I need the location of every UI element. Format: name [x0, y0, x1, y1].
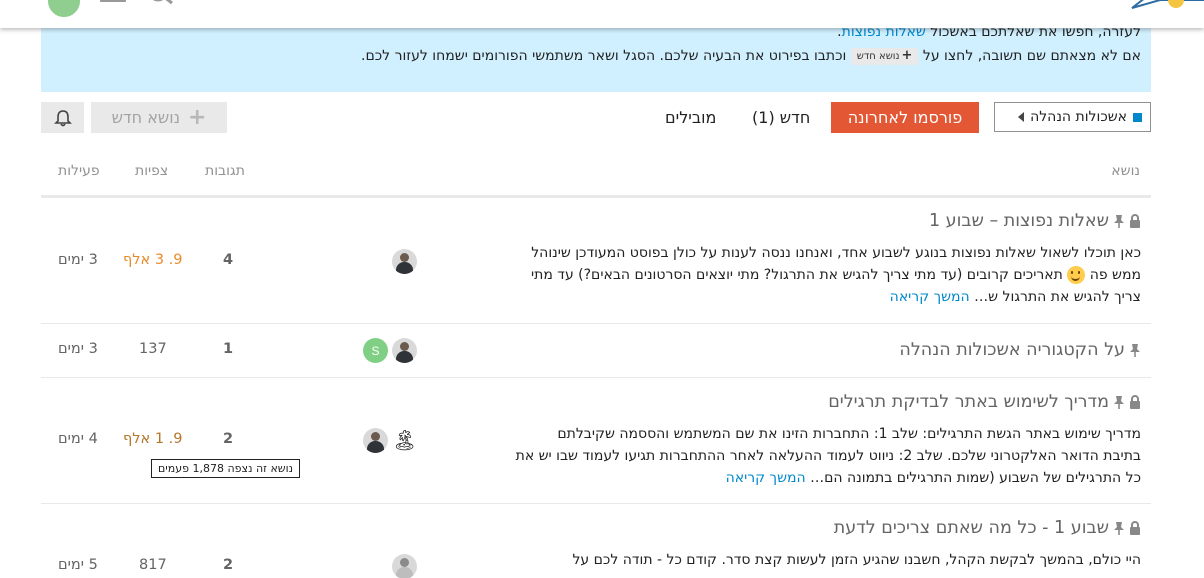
- replies-count[interactable]: 1: [223, 341, 233, 357]
- read-more-link[interactable]: המשך קריאה: [890, 289, 970, 305]
- banner-text: וכתבו בפירוט את הבעיה שלכם. הסגל ושאר מש…: [361, 48, 847, 64]
- site-header: [0, 0, 1204, 28]
- posters: [392, 249, 417, 274]
- avatar[interactable]: S: [363, 338, 388, 363]
- topic-title-line: מדריך לשימוש באתר לבדיקת תרגילים: [828, 392, 1141, 412]
- category-color-badge: [1133, 112, 1142, 122]
- topic-excerpt: היי כולם, בהמשך לבקשת הקהל, חשבנו שהגיע …: [572, 552, 1141, 568]
- column-header-views[interactable]: צפיות: [135, 163, 168, 179]
- topic-title-line: שבוע 1 - כל מה שאתם צריכים לדעת: [834, 518, 1141, 538]
- views-count: 9. 1 אלף: [123, 431, 183, 447]
- read-more-link[interactable]: המשך קריאה: [726, 470, 806, 486]
- palm-island-avatar[interactable]: 🏝: [392, 428, 417, 453]
- banner-line-2: אם לא מצאתם שם תשובה, לחצו על +נושא חדש …: [51, 44, 1141, 68]
- activity-age[interactable]: 3 ימים: [58, 252, 98, 268]
- column-header-replies[interactable]: תגובות: [205, 163, 245, 179]
- nav-new[interactable]: חדש (1): [740, 102, 822, 133]
- pin-icon: [1130, 344, 1140, 357]
- replies-count[interactable]: 2: [223, 557, 233, 573]
- topic-excerpt: מדריך שימוש באתר הגשת התרגילים: שלב 1: ה…: [515, 426, 1141, 486]
- menu-icon[interactable]: [100, 0, 126, 6]
- views-count: 817: [139, 557, 167, 573]
- lock-icon: [1130, 521, 1140, 535]
- new-topic-button[interactable]: + נושא חדש: [91, 102, 227, 133]
- views-count: 137: [139, 341, 167, 357]
- lock-icon: [1130, 214, 1140, 228]
- nav-top[interactable]: מובילים: [653, 102, 728, 133]
- smiley-emoji-icon: [1067, 266, 1086, 284]
- column-header-activity[interactable]: פעילות: [58, 163, 100, 179]
- topic-title-link[interactable]: על הקטגוריה אשכולות הנהלה: [899, 340, 1125, 360]
- plus-icon: +: [187, 104, 207, 130]
- avatar[interactable]: [363, 428, 388, 453]
- caret-left-icon: [1018, 112, 1025, 122]
- topic-row[interactable]: מדריך לשימוש באתר לבדיקת תרגילים מדריך ש…: [41, 378, 1151, 504]
- banner-text: אם לא מצאתם שם תשובה, לחצו על: [922, 48, 1141, 64]
- topic-title-link[interactable]: שאלות נפוצות – שבוע 1: [929, 211, 1109, 231]
- category-info-banner: לעזרה, חפשו את שאלתכם באשכול שאלות נפוצו…: [41, 24, 1151, 92]
- nav-latest[interactable]: פורסמו לאחרונה: [831, 102, 979, 133]
- topic-row[interactable]: על הקטגוריה אשכולות הנהלה S 1 137 3 ימים: [41, 324, 1151, 378]
- search-icon[interactable]: [146, 0, 176, 12]
- inline-new-topic-badge: +נושא חדש: [850, 47, 919, 65]
- avatar[interactable]: [392, 554, 417, 578]
- views-count: 9. 3 אלף: [123, 252, 183, 268]
- replies-count[interactable]: 2: [223, 431, 233, 447]
- topic-row[interactable]: שאלות נפוצות – שבוע 1 כאן תוכלו לשאול שא…: [41, 198, 1151, 324]
- lock-icon: [1130, 395, 1140, 409]
- topic-excerpt: כאן תוכלו לשאול שאלות נפוצות בנוגע לשבוע…: [531, 245, 1141, 305]
- new-topic-label: נושא חדש: [111, 108, 180, 127]
- topic-title-line: שאלות נפוצות – שבוע 1: [929, 211, 1141, 231]
- topic-title-line: על הקטגוריה אשכולות הנהלה: [899, 340, 1141, 360]
- pin-icon: [1114, 215, 1124, 228]
- site-logo[interactable]: [1130, 0, 1204, 10]
- topic-title-link[interactable]: מדריך לשימוש באתר לבדיקת תרגילים: [828, 392, 1109, 412]
- category-dropdown[interactable]: אשכולות הנהלה: [994, 102, 1151, 132]
- posters: [392, 554, 417, 578]
- avatar[interactable]: [392, 338, 417, 363]
- topic-title-link[interactable]: שבוע 1 - כל מה שאתם צריכים לדעת: [834, 518, 1109, 538]
- category-label: אשכולות הנהלה: [1030, 109, 1127, 125]
- activity-age[interactable]: 3 ימים: [58, 341, 98, 357]
- posters: S: [363, 338, 417, 363]
- column-header-topic[interactable]: נושא: [1111, 163, 1140, 179]
- pin-icon: [1114, 396, 1124, 409]
- activity-age[interactable]: 5 ימים: [58, 557, 98, 573]
- avatar[interactable]: [392, 249, 417, 274]
- notifications-button[interactable]: [41, 102, 84, 133]
- user-avatar[interactable]: [46, 0, 82, 19]
- views-tooltip: נושא זה נצפה 1,878 פעמים: [151, 459, 301, 478]
- activity-age[interactable]: 4 ימים: [58, 431, 98, 447]
- pin-icon: [1114, 522, 1124, 535]
- topic-row[interactable]: שבוע 1 - כל מה שאתם צריכים לדעת היי כולם…: [41, 504, 1151, 578]
- bell-icon: [53, 109, 72, 126]
- posters: 🏝: [363, 428, 417, 453]
- replies-count[interactable]: 4: [223, 252, 233, 268]
